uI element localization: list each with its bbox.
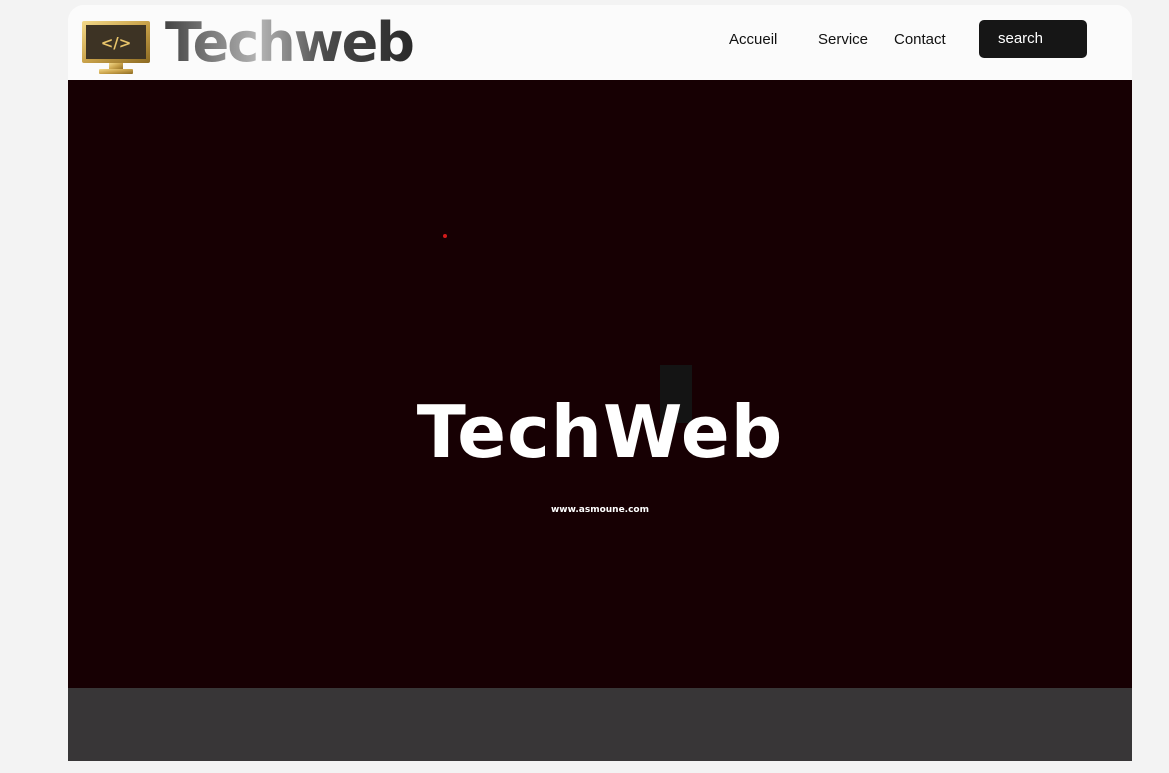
nav-link-service[interactable]: Service [818,31,868,49]
hero-subtitle-url[interactable]: www.asmoune.com [68,504,1132,516]
search-button[interactable]: search [979,20,1087,58]
monitor-code-icon[interactable]: </> [81,20,151,76]
page: </> Techweb Accueil Service Contact sear… [68,5,1132,761]
footer-band [68,688,1132,761]
nav-link-accueil[interactable]: Accueil [729,31,777,49]
svg-text:</>: </> [101,34,132,52]
brand-logo-text[interactable]: Techweb [165,11,415,75]
nav-link-contact[interactable]: Contact [894,31,946,49]
navbar: </> Techweb Accueil Service Contact sear… [68,5,1132,80]
hero-title: TechWeb [416,390,784,474]
hero-section: TechWeb www.asmoune.com [68,80,1132,688]
red-dot-decoration [443,234,447,238]
